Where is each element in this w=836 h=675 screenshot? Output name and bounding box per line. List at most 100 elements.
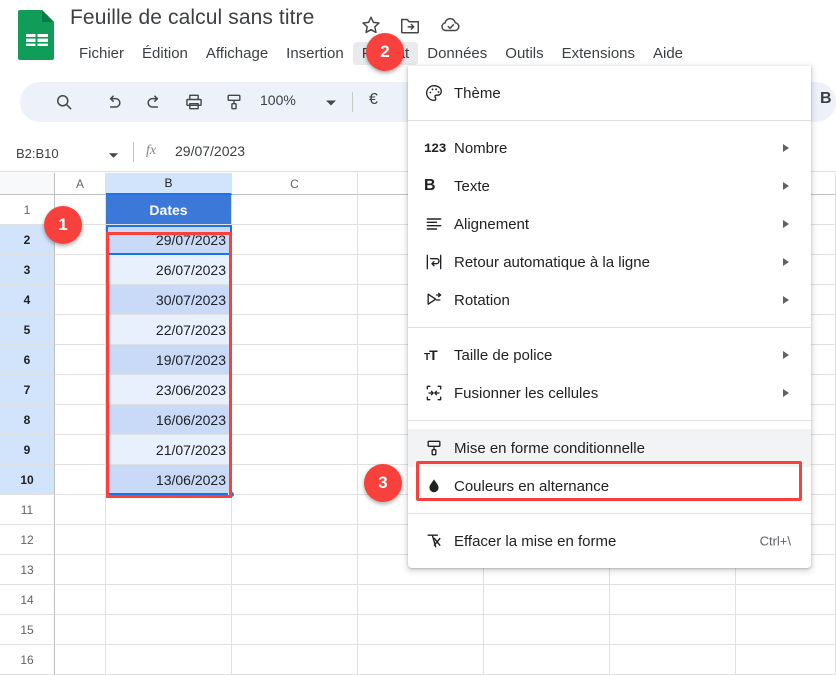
row-header-11[interactable]: 11 xyxy=(0,495,55,525)
menu-outils[interactable]: Outils xyxy=(496,42,552,65)
bold-button[interactable]: B xyxy=(820,90,832,108)
cell-b10[interactable]: 13/06/2023 xyxy=(106,465,232,495)
cell-A15[interactable] xyxy=(55,615,106,645)
cell-C11[interactable] xyxy=(232,495,358,525)
cell-x616[interactable] xyxy=(736,645,836,675)
cell-x315[interactable] xyxy=(358,615,484,645)
menu-item-rotation[interactable]: Rotation xyxy=(408,281,811,319)
cell-x514[interactable] xyxy=(610,585,736,615)
menu-item-nombre[interactable]: 123 Nombre xyxy=(408,129,811,167)
formula-input[interactable]: 29/07/2023 xyxy=(175,143,245,159)
redo-icon[interactable] xyxy=(142,90,166,114)
row-header-6[interactable]: 6 xyxy=(0,345,55,375)
cell-C1[interactable] xyxy=(232,195,358,225)
cell-b6[interactable]: 19/07/2023 xyxy=(106,345,232,375)
chevron-down-icon[interactable] xyxy=(108,148,119,166)
cell-B11[interactable] xyxy=(106,495,232,525)
cell-b1-header[interactable]: Dates xyxy=(106,195,232,225)
cell-A16[interactable] xyxy=(55,645,106,675)
zoom-level-label[interactable]: 100% xyxy=(260,92,296,108)
cell-x314[interactable] xyxy=(358,585,484,615)
cell-C12[interactable] xyxy=(232,525,358,555)
menu-item-effacer-la-mise-en-forme[interactable]: Effacer la mise en forme Ctrl+\ xyxy=(408,522,811,560)
row-header-7[interactable]: 7 xyxy=(0,375,55,405)
cell-A9[interactable] xyxy=(55,435,106,465)
cell-A13[interactable] xyxy=(55,555,106,585)
select-all-corner[interactable] xyxy=(0,173,55,195)
row-header-5[interactable]: 5 xyxy=(0,315,55,345)
row-header-3[interactable]: 3 xyxy=(0,255,55,285)
cell-x515[interactable] xyxy=(610,615,736,645)
document-title[interactable]: Feuille de calcul sans titre xyxy=(70,6,314,30)
currency-format-button[interactable]: € xyxy=(369,91,378,109)
cell-C7[interactable] xyxy=(232,375,358,405)
menu-donnees[interactable]: Données xyxy=(418,42,496,65)
row-header-4[interactable]: 4 xyxy=(0,285,55,315)
cloud-saved-icon[interactable] xyxy=(438,14,464,41)
cell-b2[interactable]: 29/07/2023 xyxy=(106,225,232,255)
cell-C4[interactable] xyxy=(232,285,358,315)
cell-B15[interactable] xyxy=(106,615,232,645)
move-to-folder-icon[interactable] xyxy=(398,14,422,41)
cell-A7[interactable] xyxy=(55,375,106,405)
undo-icon[interactable] xyxy=(102,90,126,114)
cell-B14[interactable] xyxy=(106,585,232,615)
row-header-8[interactable]: 8 xyxy=(0,405,55,435)
cell-A5[interactable] xyxy=(55,315,106,345)
search-icon[interactable] xyxy=(52,90,76,114)
cell-B16[interactable] xyxy=(106,645,232,675)
cell-b4[interactable]: 30/07/2023 xyxy=(106,285,232,315)
column-header-b[interactable]: B xyxy=(106,173,232,195)
cell-A14[interactable] xyxy=(55,585,106,615)
cell-A3[interactable] xyxy=(55,255,106,285)
cell-A12[interactable] xyxy=(55,525,106,555)
cell-C2[interactable] xyxy=(232,225,358,255)
menu-item-taille-de-police[interactable]: TT Taille de police xyxy=(408,336,811,374)
row-header-12[interactable]: 12 xyxy=(0,525,55,555)
cell-C3[interactable] xyxy=(232,255,358,285)
chevron-down-icon[interactable] xyxy=(325,96,337,114)
cell-x414[interactable] xyxy=(484,585,610,615)
cell-A11[interactable] xyxy=(55,495,106,525)
menu-affichage[interactable]: Affichage xyxy=(197,42,277,65)
cell-A6[interactable] xyxy=(55,345,106,375)
row-header-9[interactable]: 9 xyxy=(0,435,55,465)
cell-b3[interactable]: 26/07/2023 xyxy=(106,255,232,285)
cell-C9[interactable] xyxy=(232,435,358,465)
menu-item-texte[interactable]: B Texte xyxy=(408,167,811,205)
menu-item-retour-automatique-la-ligne[interactable]: Retour automatique à la ligne xyxy=(408,243,811,281)
menu-aide[interactable]: Aide xyxy=(644,42,692,65)
cell-C15[interactable] xyxy=(232,615,358,645)
cell-C5[interactable] xyxy=(232,315,358,345)
cell-C10[interactable] xyxy=(232,465,358,495)
cell-x415[interactable] xyxy=(484,615,610,645)
cell-C16[interactable] xyxy=(232,645,358,675)
cell-x516[interactable] xyxy=(610,645,736,675)
cell-x614[interactable] xyxy=(736,585,836,615)
cell-x615[interactable] xyxy=(736,615,836,645)
menu-item-th-me[interactable]: Thème xyxy=(408,74,811,112)
cell-b5[interactable]: 22/07/2023 xyxy=(106,315,232,345)
cell-C14[interactable] xyxy=(232,585,358,615)
cell-A8[interactable] xyxy=(55,405,106,435)
paint-format-icon[interactable] xyxy=(222,90,246,114)
cell-b8[interactable]: 16/06/2023 xyxy=(106,405,232,435)
cell-C8[interactable] xyxy=(232,405,358,435)
cell-C13[interactable] xyxy=(232,555,358,585)
cell-B13[interactable] xyxy=(106,555,232,585)
menu-item-alignement[interactable]: Alignement xyxy=(408,205,811,243)
menu-insertion[interactable]: Insertion xyxy=(277,42,353,65)
cell-b7[interactable]: 23/06/2023 xyxy=(106,375,232,405)
cell-A10[interactable] xyxy=(55,465,106,495)
menu-item-couleurs-en-alternance[interactable]: Couleurs en alternance xyxy=(408,467,811,505)
cell-A4[interactable] xyxy=(55,285,106,315)
cell-x316[interactable] xyxy=(358,645,484,675)
cell-b9[interactable]: 21/07/2023 xyxy=(106,435,232,465)
menu-edition[interactable]: Édition xyxy=(133,42,197,65)
cell-C6[interactable] xyxy=(232,345,358,375)
menu-fichier[interactable]: Fichier xyxy=(70,42,133,65)
row-header-13[interactable]: 13 xyxy=(0,555,55,585)
menu-item-mise-en-forme-conditionnelle[interactable]: Mise en forme conditionnelle xyxy=(408,429,811,467)
row-header-14[interactable]: 14 xyxy=(0,585,55,615)
cell-x416[interactable] xyxy=(484,645,610,675)
